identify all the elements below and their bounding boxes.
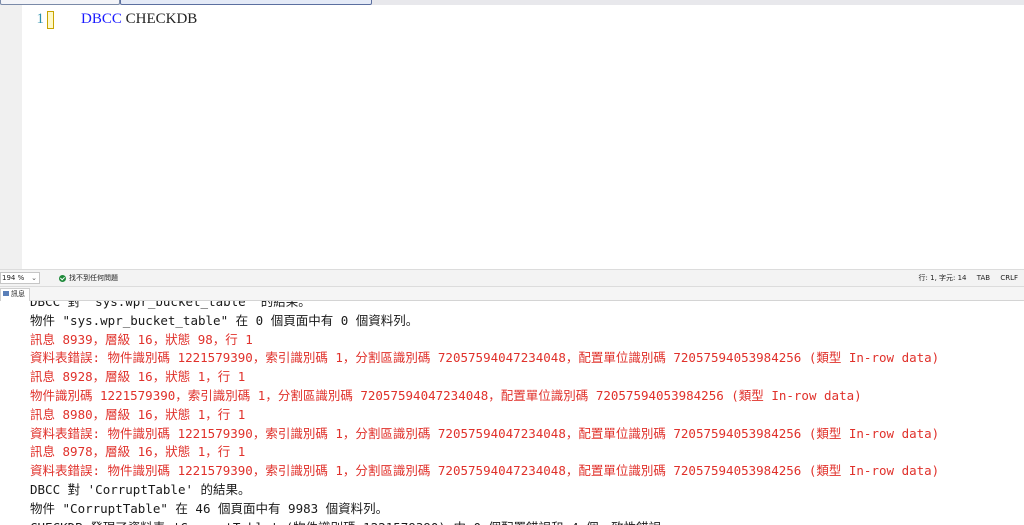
keyword-checkdb: CHECKDB	[125, 11, 198, 27]
error-message-line: 資料表錯誤: 物件識別碼 1221579390，索引識別碼 1，分割區識別碼 7…	[30, 350, 940, 366]
check-circle-icon	[59, 275, 66, 282]
tab-messages[interactable]: 訊息	[0, 288, 30, 301]
error-message-line: 物件識別碼 1221579390，索引識別碼 1，分割區識別碼 72057594…	[30, 388, 862, 403]
indent-mode[interactable]: TAB	[977, 274, 990, 282]
issues-indicator[interactable]: 找不到任何問題	[59, 273, 118, 285]
status-right-group: 行: 1, 字元: 14 TAB CRLF	[911, 273, 1018, 284]
error-message-line: 資料表錯誤: 物件識別碼 1221579390，索引識別碼 1，分割區識別碼 7…	[30, 463, 940, 479]
results-tab-strip: 訊息	[0, 287, 1024, 301]
error-message-line: 訊息 8928，層級 16，狀態 1，行 1	[30, 369, 246, 385]
message-line: 物件 "sys.wpr_bucket_table" 在 0 個頁面中有 0 個資…	[30, 312, 419, 328]
message-line: CHECKDB 發現了資料表 'CorruptTable' (物件識別碼 122…	[30, 519, 674, 525]
chevron-down-icon: ⌄	[31, 274, 37, 282]
error-message-line: 訊息 8978，層級 16，狀態 1，行 1	[30, 444, 246, 460]
line-ending[interactable]: CRLF	[1000, 274, 1018, 282]
zoom-value: 194 %	[2, 274, 25, 282]
message-line: 物件 "CorruptTable" 在 46 個頁面中有 9983 個資料列。	[30, 500, 389, 516]
error-message-line: 訊息 8980，層級 16，狀態 1，行 1	[30, 406, 246, 422]
keyword-dbcc: DBCC	[81, 11, 122, 27]
editor-status-bar: 194 % ⌄ 找不到任何問題 行: 1, 字元: 14 TAB CRLF	[0, 269, 1024, 287]
query-editor[interactable]: 1 DBCC CHECKDB	[0, 5, 1024, 269]
line-number: 1	[36, 11, 45, 27]
change-marker	[47, 11, 54, 29]
message-line: DBCC 對 'sys.wpr_bucket_table' 的結果。	[30, 301, 311, 309]
editor-margin	[0, 5, 22, 269]
messages-pane[interactable]: DBCC 對 'sys.wpr_bucket_table' 的結果。物件 "sy…	[0, 301, 1024, 525]
error-message-line: 資料表錯誤: 物件識別碼 1221579390，索引識別碼 1，分割區識別碼 7…	[30, 425, 940, 441]
zoom-dropdown[interactable]: 194 % ⌄	[0, 272, 40, 284]
message-line: DBCC 對 'CorruptTable' 的結果。	[30, 482, 251, 497]
tab-messages-label: 訊息	[11, 290, 25, 298]
code-line[interactable]: 1 DBCC CHECKDB	[0, 9, 1024, 29]
error-message-line: 訊息 8939，層級 16，狀態 98，行 1	[30, 331, 253, 347]
cursor-position[interactable]: 行: 1, 字元: 14	[919, 274, 967, 282]
message-icon	[3, 290, 9, 296]
code-text[interactable]: DBCC CHECKDB	[81, 9, 197, 29]
issues-text: 找不到任何問題	[69, 274, 118, 282]
